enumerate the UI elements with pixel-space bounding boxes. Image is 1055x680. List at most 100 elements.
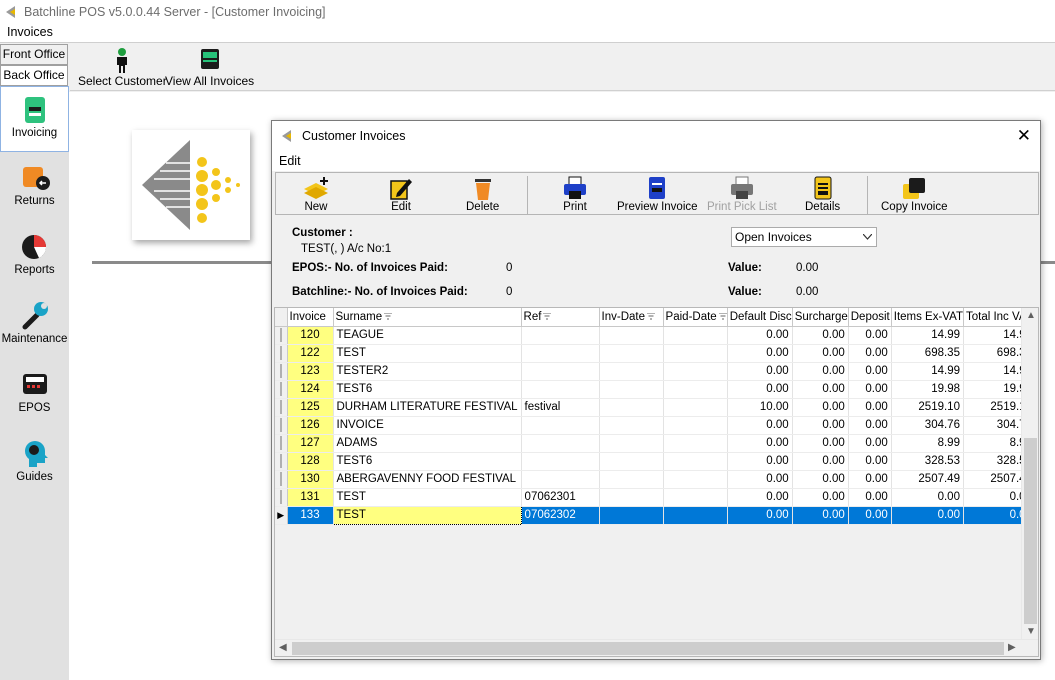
table-cell[interactable]: 14.99 (891, 362, 964, 381)
row-indicator[interactable] (275, 416, 288, 435)
table-cell[interactable]: TEST (332, 505, 522, 525)
table-cell[interactable]: 0.00 (848, 344, 892, 363)
table-cell[interactable] (599, 326, 664, 345)
table-cell[interactable] (663, 506, 728, 525)
column-header[interactable]: Default Disc (727, 308, 793, 327)
table-cell[interactable]: 0.00 (848, 362, 892, 381)
row-indicator[interactable] (275, 380, 288, 399)
scroll-left-icon[interactable]: ◀ (279, 642, 287, 654)
table-cell[interactable]: 0.00 (848, 416, 892, 435)
tab-back-office[interactable]: Back Office (0, 65, 68, 86)
table-cell[interactable]: 698.35 (891, 344, 964, 363)
table-cell[interactable]: 0.00 (727, 326, 793, 345)
table-cell[interactable]: 124 (287, 380, 334, 399)
table-cell[interactable] (521, 416, 600, 435)
table-cell[interactable]: 19.98 (891, 380, 964, 399)
table-cell[interactable]: 0.00 (891, 506, 964, 525)
filter-icon[interactable] (384, 313, 393, 320)
table-cell[interactable] (663, 416, 728, 435)
table-cell[interactable] (599, 488, 664, 507)
table-cell[interactable]: 0.00 (792, 416, 849, 435)
print-button[interactable]: Print (561, 175, 589, 213)
table-cell[interactable]: 0.00 (792, 344, 849, 363)
table-cell[interactable]: TEST (333, 344, 522, 363)
horizontal-scrollbar[interactable]: ◀ ▶ (275, 639, 1038, 656)
table-cell[interactable]: 131 (287, 488, 334, 507)
filter-icon[interactable] (718, 313, 727, 320)
table-cell[interactable]: 0.00 (727, 452, 793, 471)
table-cell[interactable] (663, 380, 728, 399)
table-cell[interactable]: 8.99 (891, 434, 964, 453)
view-all-invoices-button[interactable]: View All Invoices (165, 46, 254, 88)
table-cell[interactable]: 0.00 (727, 416, 793, 435)
menu-invoices[interactable]: Invoices (7, 25, 53, 39)
table-cell[interactable] (663, 362, 728, 381)
table-cell[interactable]: 0.00 (727, 488, 793, 507)
row-indicator[interactable]: ▶ (275, 506, 288, 525)
table-cell[interactable] (663, 434, 728, 453)
table-cell[interactable]: 0.00 (727, 506, 793, 525)
table-cell[interactable] (521, 326, 600, 345)
table-cell[interactable]: INVOICE (333, 416, 522, 435)
column-header[interactable]: Paid-Date (663, 308, 728, 327)
column-header[interactable]: Deposit (848, 308, 892, 327)
table-cell[interactable]: 122 (287, 344, 334, 363)
vertical-scrollbar[interactable]: ▲ ▼ (1021, 308, 1038, 640)
table-cell[interactable] (599, 416, 664, 435)
table-row[interactable]: ▶133TEST070623020.000.000.000.000.00 (275, 505, 1036, 525)
vertical-scroll-thumb[interactable] (1024, 438, 1037, 624)
table-cell[interactable]: 0.00 (792, 452, 849, 471)
table-cell[interactable]: TEAGUE (333, 326, 522, 345)
row-indicator[interactable] (275, 434, 288, 453)
row-indicator[interactable] (275, 326, 288, 345)
table-cell[interactable]: 133 (287, 506, 334, 525)
nav-guides[interactable]: Guides (0, 431, 69, 497)
column-header[interactable]: Inv-Date (599, 308, 664, 327)
row-indicator[interactable] (275, 344, 288, 363)
table-cell[interactable] (599, 344, 664, 363)
new-button[interactable]: New (302, 175, 330, 213)
table-cell[interactable]: 0.00 (848, 434, 892, 453)
table-cell[interactable]: 0.00 (792, 488, 849, 507)
table-row[interactable]: 127ADAMS0.000.000.008.998.99 (275, 434, 1036, 453)
table-cell[interactable] (521, 362, 600, 381)
table-cell[interactable] (663, 344, 728, 363)
table-row[interactable]: 120 TEAGUE 0.00 0.00 0.00 14.99 14.99 (275, 326, 1036, 345)
table-cell[interactable]: 0.00 (792, 434, 849, 453)
table-row[interactable]: 124 TEST6 0.00 0.00 0.00 19.98 19.98 (275, 380, 1036, 399)
table-cell[interactable]: 07062301 (521, 488, 600, 507)
table-cell[interactable] (599, 434, 664, 453)
table-cell[interactable] (521, 452, 600, 471)
nav-returns[interactable]: Returns (0, 155, 69, 221)
column-header[interactable]: Ref (521, 308, 600, 327)
scroll-down-icon[interactable]: ▼ (1026, 626, 1036, 638)
column-header[interactable]: Surname (333, 308, 522, 327)
table-cell[interactable]: 0.00 (792, 506, 849, 525)
table-cell[interactable] (599, 452, 664, 471)
table-cell[interactable]: 0.00 (891, 488, 964, 507)
table-row[interactable]: 131TEST070623010.000.000.000.000.00 (275, 488, 1036, 507)
table-cell[interactable]: 0.00 (792, 470, 849, 489)
table-cell[interactable] (599, 380, 664, 399)
table-cell[interactable]: 10.00 (727, 398, 793, 417)
invoice-filter-select[interactable]: Open Invoices (731, 227, 877, 247)
table-cell[interactable]: 0.00 (727, 470, 793, 489)
table-cell[interactable]: 127 (287, 434, 334, 453)
select-customer-button[interactable]: Select Customer (78, 46, 167, 88)
table-cell[interactable]: 0.00 (848, 506, 892, 525)
table-cell[interactable]: ADAMS (333, 434, 522, 453)
scroll-up-icon[interactable]: ▲ (1026, 310, 1036, 322)
table-cell[interactable]: 0.00 (727, 434, 793, 453)
table-row[interactable]: 122 TEST 0.00 0.00 0.00 698.35 698.35 (275, 344, 1036, 363)
nav-reports[interactable]: Reports (0, 224, 69, 290)
close-icon[interactable]: ✕ (1017, 127, 1031, 144)
table-cell[interactable]: 0.00 (848, 488, 892, 507)
row-indicator[interactable] (275, 362, 288, 381)
horizontal-scroll-thumb[interactable] (292, 642, 1004, 655)
edit-button[interactable]: Edit (387, 175, 415, 213)
table-cell[interactable]: 0.00 (792, 326, 849, 345)
table-cell[interactable]: 125 (287, 398, 334, 417)
table-cell[interactable]: 0.00 (727, 380, 793, 399)
preview-invoice-button[interactable]: Preview Invoice (617, 175, 698, 213)
table-cell[interactable]: 128 (287, 452, 334, 471)
